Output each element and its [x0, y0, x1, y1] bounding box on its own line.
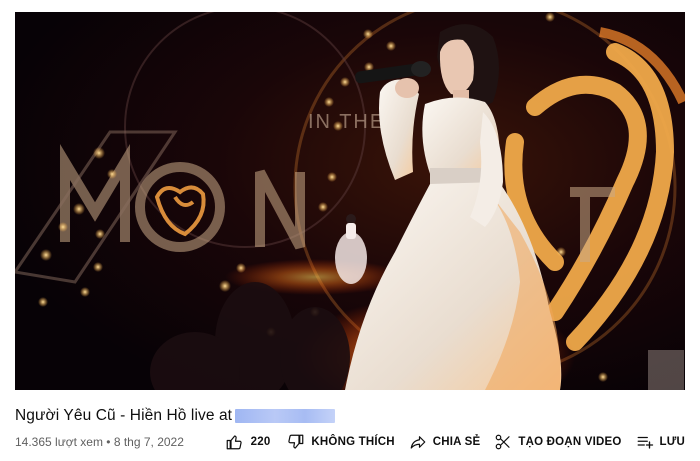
share-icon [410, 436, 426, 449]
like-button[interactable]: 220 [218, 430, 278, 454]
action-bar: 220 KHÔNG THÍCH CHIA SẺ TẠO ĐOẠN VIDEO L… [218, 430, 685, 454]
like-count: 220 [250, 436, 271, 448]
video-player[interactable]: IN THE [15, 12, 685, 390]
video-title: Người Yêu Cũ - Hiền Hồ live at [15, 407, 233, 424]
scissors-icon [496, 434, 510, 450]
title-row: Người Yêu Cũ - Hiền Hồ live at [15, 405, 336, 427]
clip-button[interactable]: TẠO ĐOẠN VIDEO [487, 430, 628, 454]
info-separator: • [102, 435, 114, 449]
upload-date: 8 thg 7, 2022 [113, 435, 184, 449]
save-button[interactable]: LƯU [629, 430, 685, 454]
dislike-button[interactable]: KHÔNG THÍCH [277, 430, 401, 454]
view-count: 14.365 lượt xem [15, 435, 103, 449]
meta-row: 14.365 lượt xem • 8 thg 7, 2022 220 KHÔN… [15, 430, 685, 454]
thumb-up-icon [226, 435, 242, 450]
save-label: LƯU [659, 436, 685, 448]
dislike-label: KHÔNG THÍCH [311, 436, 395, 448]
thumb-down-icon [288, 434, 304, 449]
clip-label: TẠO ĐOẠN VIDEO [518, 436, 622, 448]
video-info: 14.365 lượt xem • 8 thg 7, 2022 [15, 435, 184, 449]
share-button[interactable]: CHIA SẺ [402, 430, 488, 454]
video-frame: IN THE [15, 12, 685, 390]
redacted-block [235, 409, 336, 423]
stage-text: IN THE [308, 111, 385, 133]
share-label: CHIA SẺ [432, 436, 481, 448]
playlist-add-icon [637, 436, 653, 449]
